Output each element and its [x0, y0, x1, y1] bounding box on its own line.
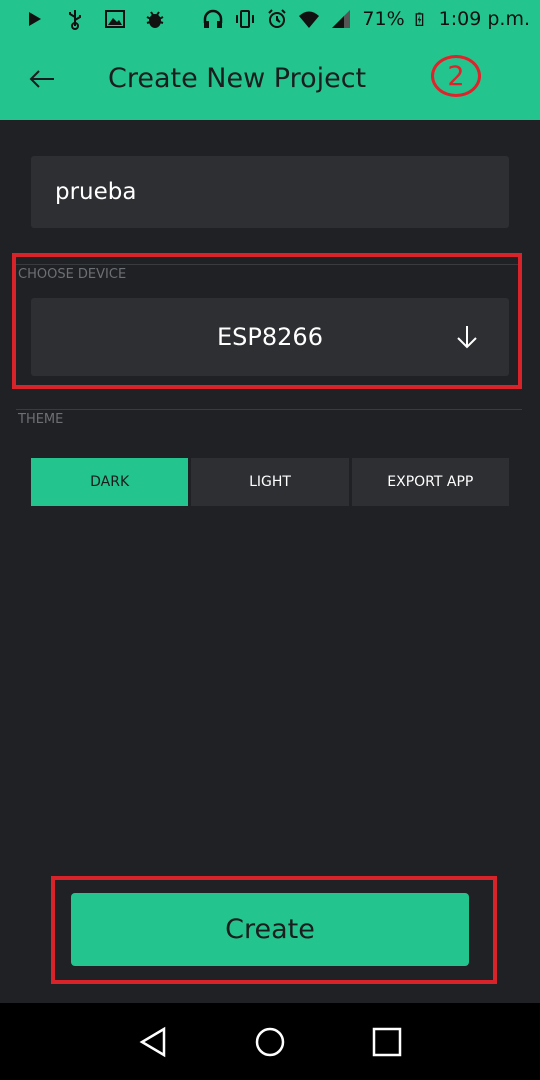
- theme-option-dark[interactable]: DARK: [31, 458, 189, 506]
- page-title: Create New Project: [108, 63, 367, 94]
- alarm-icon: [268, 8, 287, 28]
- arrow-left-icon: [29, 70, 54, 88]
- signal-icon: [332, 9, 351, 28]
- play-icon: [29, 11, 41, 26]
- status-right-icons: 71% 1:09 p.m.: [202, 8, 530, 30]
- usb-icon: [69, 9, 81, 30]
- theme-option-export-app[interactable]: EXPORT APP: [351, 458, 509, 506]
- nav-back-button[interactable]: [136, 1025, 170, 1059]
- annotation-highlight-create: [51, 876, 497, 984]
- back-button[interactable]: [22, 59, 62, 99]
- circle-home-icon: [255, 1027, 285, 1056]
- annotation-highlight-device: [12, 253, 522, 389]
- app-bar: Create New Project 2: [0, 37, 540, 120]
- theme-divider: [16, 409, 522, 410]
- bug-icon: [146, 10, 164, 28]
- nav-home-button[interactable]: [253, 1025, 287, 1059]
- theme-selector: DARK LIGHT EXPORT APP: [31, 458, 509, 506]
- square-recents-icon: [372, 1027, 401, 1056]
- wifi-icon: [299, 11, 320, 28]
- image-icon: [105, 9, 125, 28]
- battery-charging-icon: [415, 12, 423, 26]
- theme-label: THEME: [18, 412, 64, 427]
- system-nav-bar: [0, 1003, 540, 1080]
- status-left-icons: [24, 8, 166, 30]
- headphones-icon: [204, 9, 223, 28]
- project-name-input[interactable]: prueba: [31, 156, 509, 228]
- nav-recents-button[interactable]: [370, 1025, 404, 1059]
- triangle-back-icon: [139, 1026, 166, 1057]
- annotation-step-number: 2: [431, 55, 481, 97]
- theme-option-light[interactable]: LIGHT: [191, 458, 349, 506]
- status-bar: 71% 1:09 p.m.: [0, 0, 540, 37]
- clock: 1:09 p.m.: [438, 7, 530, 30]
- vibrate-icon: [236, 9, 255, 28]
- battery-percent: 71%: [362, 7, 405, 30]
